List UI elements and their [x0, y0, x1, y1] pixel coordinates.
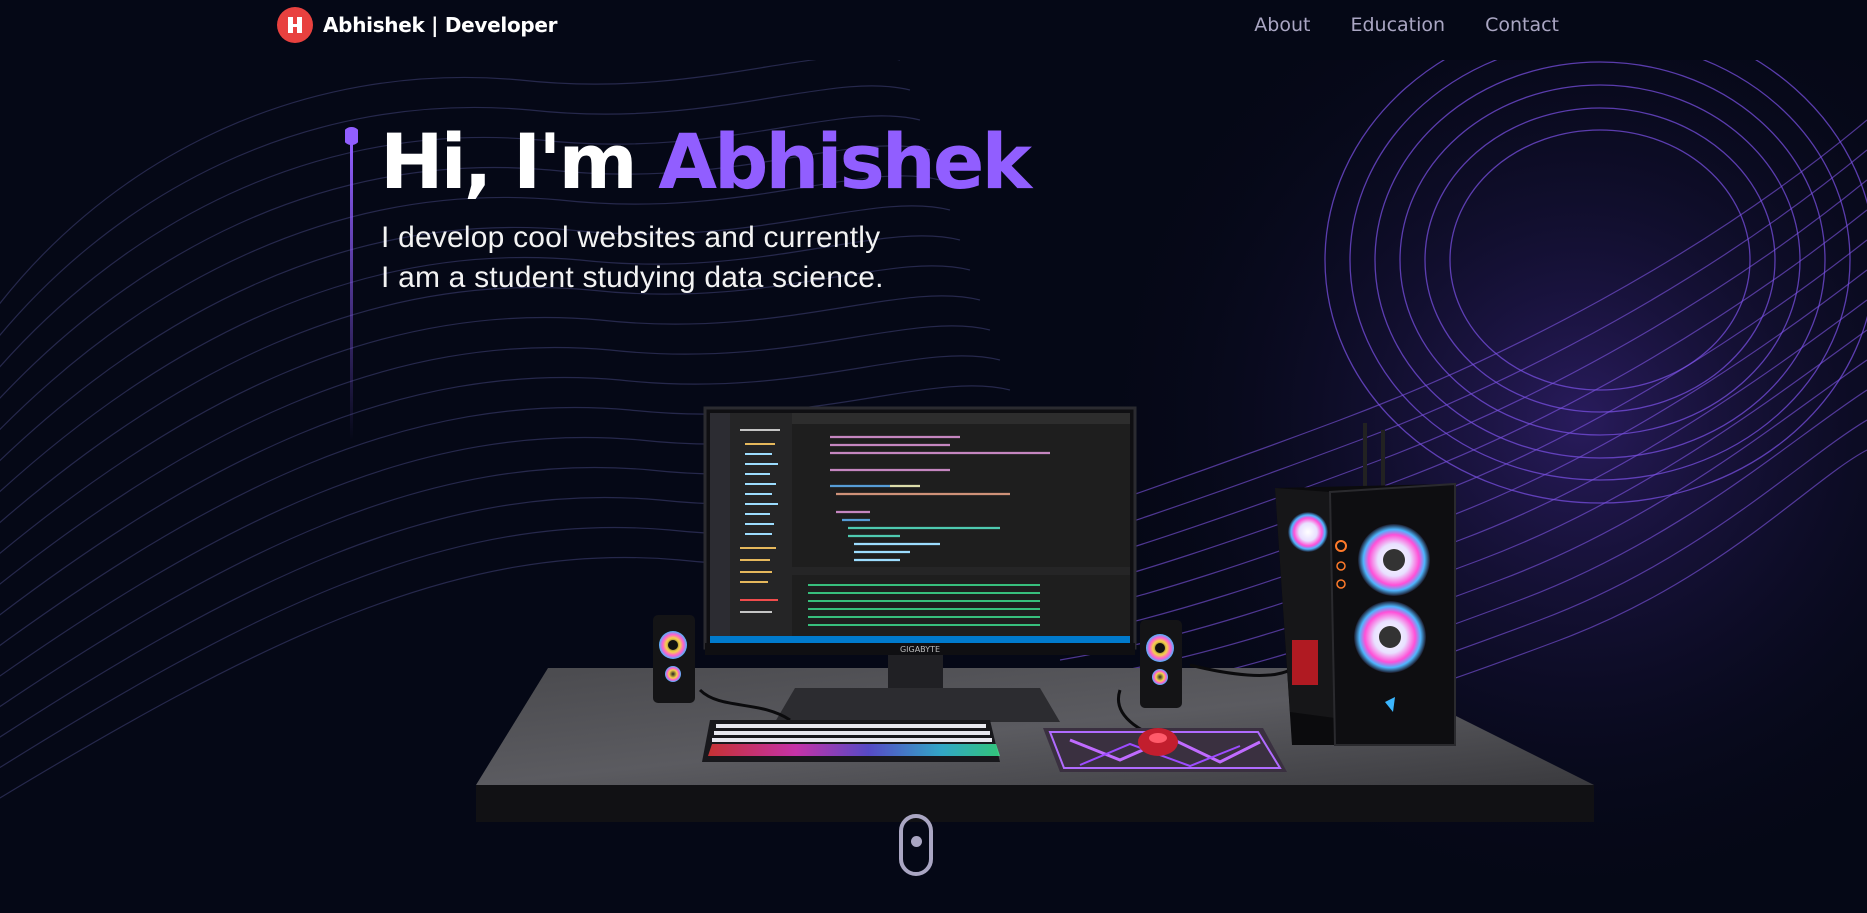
mouse	[1138, 728, 1178, 756]
right-speaker	[1140, 620, 1182, 708]
scroll-dot-icon	[911, 836, 922, 847]
brand-link[interactable]: Abhishek | Developer	[277, 7, 558, 43]
hero-title: Hi, I'm Abhishek	[380, 117, 1032, 207]
navbar: Abhishek | Developer About Education Con…	[0, 0, 1867, 60]
nav-link-education[interactable]: Education	[1350, 14, 1445, 36]
nav-link-about[interactable]: About	[1254, 14, 1310, 36]
scroll-down-indicator[interactable]	[899, 814, 933, 876]
logo-icon	[277, 7, 313, 43]
hero-subtitle-line2: I am a student studying data science.	[381, 261, 884, 294]
hero-greeting: Hi, I'm	[380, 117, 659, 206]
nav-links: About Education Contact	[1254, 14, 1559, 36]
keyboard	[702, 720, 1000, 762]
hero-subtitle-line1: I develop cool websites and currently	[381, 221, 881, 254]
brand-name: Abhishek | Developer	[323, 13, 558, 37]
monitor-brand: GIGABYTE	[900, 645, 940, 654]
nav-link-contact[interactable]: Contact	[1485, 14, 1559, 36]
hero-name: Abhishek	[658, 117, 1032, 206]
pc-case	[1275, 423, 1456, 746]
hero-subtitle: I develop cool websites and currently I a…	[381, 218, 884, 298]
logo-letter-icon	[288, 17, 302, 33]
left-speaker	[653, 615, 695, 703]
hero-accent-line	[345, 127, 358, 440]
